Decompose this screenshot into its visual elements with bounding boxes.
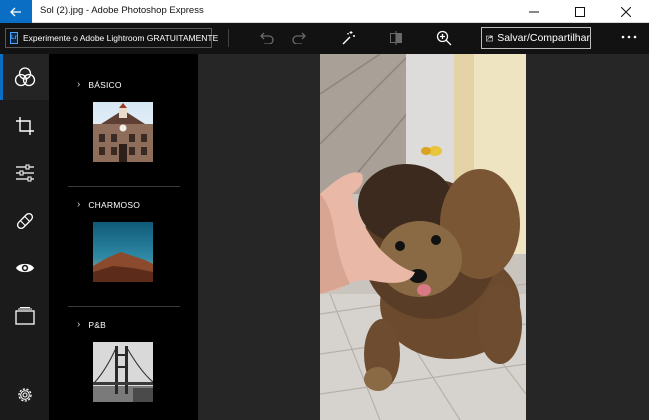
borders-icon	[14, 307, 35, 325]
section-label: CHARMOSO	[88, 199, 141, 210]
settings-button[interactable]	[0, 372, 49, 418]
look-thumbnail-basico[interactable]	[93, 102, 153, 162]
back-button[interactable]	[0, 0, 32, 23]
undo-icon	[260, 32, 274, 44]
more-icon	[621, 35, 637, 39]
adjustments-tool-button[interactable]	[0, 150, 49, 196]
healing-tool-button[interactable]	[0, 198, 49, 244]
save-share-button[interactable]: Salvar/Compartilhar	[481, 27, 591, 49]
lightroom-logo-icon: Lr	[10, 32, 18, 44]
redo-button[interactable]	[289, 28, 311, 48]
adjustments-icon	[15, 164, 34, 182]
minimize-icon	[529, 11, 539, 12]
compare-button[interactable]	[385, 28, 407, 48]
eye-tool-button[interactable]	[0, 245, 49, 291]
redo-icon	[292, 32, 306, 44]
toolbar: Lr Experimente o Adobe Lightroom GRATUIT…	[0, 23, 649, 54]
looks-tool-button[interactable]	[0, 54, 49, 100]
close-button[interactable]	[603, 0, 649, 23]
section-charmoso-header[interactable]: › CHARMOSO	[77, 199, 140, 210]
settings-icon	[17, 388, 32, 402]
looks-icon	[14, 67, 35, 87]
crop-icon	[15, 117, 34, 135]
lightroom-promo-label: Experimente o Adobe Lightroom GRATUITAME…	[23, 33, 219, 43]
maximize-button[interactable]	[557, 0, 603, 23]
undo-button[interactable]	[255, 28, 277, 48]
compare-icon	[390, 31, 402, 45]
eye-icon	[15, 263, 34, 273]
section-basico-header[interactable]: › BÁSICO	[77, 79, 122, 90]
crop-tool-button[interactable]	[0, 103, 49, 149]
more-options-button[interactable]	[616, 28, 642, 48]
look-thumbnail-pb[interactable]	[93, 342, 153, 402]
edited-photo[interactable]	[320, 54, 526, 420]
bridge-thumbnail-image	[93, 342, 153, 402]
maximize-icon	[575, 6, 585, 17]
lightroom-promo-button[interactable]: Lr Experimente o Adobe Lightroom GRATUIT…	[5, 28, 218, 48]
minimize-button[interactable]	[511, 0, 557, 23]
building-thumbnail-image	[93, 102, 153, 162]
looks-panel: › BÁSICO › CHARMOSO › P&B	[49, 54, 198, 420]
window-titlebar: Sol (2).jpg - Adobe Photoshop Express	[0, 0, 649, 23]
chevron-right-icon: ›	[77, 319, 81, 330]
back-arrow-icon	[10, 7, 21, 16]
magic-wand-icon	[342, 31, 355, 45]
close-icon	[621, 6, 631, 17]
section-divider	[68, 306, 180, 307]
section-divider	[68, 186, 180, 187]
zoom-button[interactable]	[433, 28, 455, 48]
dog-photo-image	[320, 54, 526, 420]
mountain-thumbnail-image	[93, 222, 153, 282]
look-thumbnail-charmoso[interactable]	[93, 222, 153, 282]
save-share-label: Salvar/Compartilhar	[497, 32, 590, 44]
borders-tool-button[interactable]	[0, 293, 49, 339]
chevron-right-icon: ›	[77, 79, 81, 90]
image-canvas[interactable]	[198, 54, 649, 420]
section-label: BÁSICO	[88, 79, 122, 90]
chevron-right-icon: ›	[77, 199, 81, 210]
section-label: P&B	[88, 319, 106, 330]
toolbar-divider	[228, 29, 229, 47]
section-pb-header[interactable]: › P&B	[77, 319, 106, 330]
auto-fix-button[interactable]	[337, 28, 359, 48]
zoom-icon	[436, 30, 452, 46]
share-icon	[486, 35, 493, 42]
healing-icon	[16, 212, 33, 230]
window-title: Sol (2).jpg - Adobe Photoshop Express	[40, 5, 204, 16]
active-indicator	[0, 54, 3, 100]
tool-rail	[0, 54, 49, 420]
